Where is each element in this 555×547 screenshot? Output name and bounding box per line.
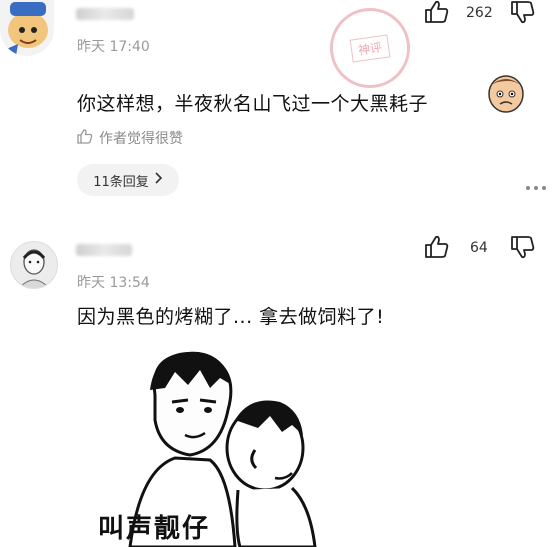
username[interactable] <box>76 244 132 256</box>
username[interactable] <box>76 8 134 20</box>
more-dots-icon[interactable] <box>525 176 547 195</box>
replies-label: 11条回复 <box>93 174 149 190</box>
comment-text: 因为黑色的烤糊了... 拿去做饲料了! <box>77 306 385 328</box>
thumbs-up-small-icon <box>77 128 93 148</box>
emoji-face-icon <box>484 72 528 120</box>
meme-image[interactable]: 叫声靓仔 <box>60 340 360 547</box>
meme-caption: 叫声靓仔 <box>98 514 211 544</box>
thumbs-down-icon[interactable] <box>510 0 536 24</box>
avatar[interactable] <box>0 0 54 56</box>
like-count: 262 <box>466 5 493 21</box>
replies-button[interactable]: 11条回复 <box>77 164 179 196</box>
avatar[interactable] <box>10 241 58 289</box>
like-count: 64 <box>470 240 488 256</box>
thumbs-up-icon[interactable] <box>424 0 450 24</box>
comment-text: 你这样想，半夜秋名山飞过一个大黑耗子 <box>77 93 429 115</box>
comment-time: 昨天 17:40 <box>77 39 150 55</box>
author-liked: 作者觉得很赞 <box>77 128 183 148</box>
stamp-label: 神评 <box>349 33 391 63</box>
hot-comment-stamp: 神评 <box>324 2 416 94</box>
thumbs-up-icon[interactable] <box>424 235 450 259</box>
thumbs-down-icon[interactable] <box>510 235 536 259</box>
author-liked-label: 作者觉得很赞 <box>99 131 183 147</box>
comment-time: 昨天 13:54 <box>77 275 150 291</box>
chevron-right-icon <box>155 172 163 188</box>
